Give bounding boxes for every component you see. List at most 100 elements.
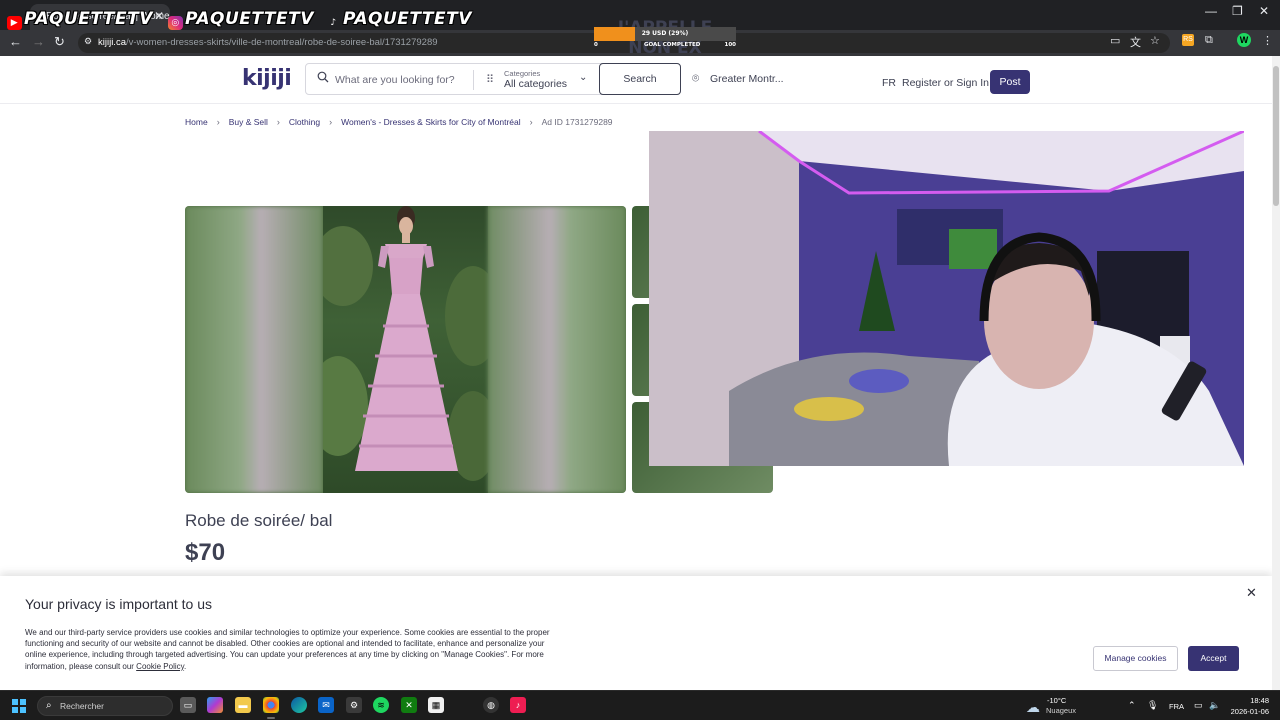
goal-max: 100 [724, 42, 736, 48]
profile-avatar[interactable]: W [1237, 33, 1251, 47]
dress-photo [323, 206, 488, 493]
privacy-body: We and our third-party service providers… [25, 627, 555, 672]
site-header: kijiji What are you looking for? ⠿ Categ… [0, 56, 1272, 104]
xbox-icon[interactable]: ✕ [401, 697, 417, 713]
url-domain: kijiji.ca [98, 37, 126, 48]
breadcrumb-home[interactable]: Home [185, 117, 208, 127]
weather-condition: Nuageux [1046, 706, 1077, 715]
mail-icon[interactable]: ✉ [318, 697, 334, 713]
tiktok-icon: ♪ [330, 18, 337, 28]
donation-goal-widget: J'APPELLE NON EX 29 USD (29%) 0 GOAL COM… [594, 16, 736, 58]
search-icon: ⌕ [46, 700, 52, 711]
search-button[interactable]: Search [599, 63, 681, 95]
youtube-handle: PAQUETTETV [24, 9, 153, 29]
categories-icon: ⠿ [486, 74, 495, 86]
categories-select[interactable]: All categories [504, 78, 567, 90]
search-divider [473, 70, 474, 90]
language-toggle[interactable]: FR [882, 77, 896, 89]
chevron-up-icon[interactable]: ⌃ [1128, 700, 1136, 711]
url-path: /v-women-dresses-skirts/ville-de-montrea… [125, 37, 438, 48]
store-icon[interactable]: ▦ [428, 697, 444, 713]
taskbar-search[interactable]: ⌕ Rechercher [37, 696, 173, 716]
breadcrumb-clothing[interactable]: Clothing [289, 117, 320, 127]
site-info-icon[interactable]: ⚙ [84, 36, 92, 47]
spotify-icon[interactable]: ≋ [373, 697, 389, 713]
chrome-icon[interactable] [263, 697, 279, 719]
listing-title: Robe de soirée/ bal [185, 511, 333, 530]
translate-icon[interactable]: 文 [1130, 34, 1141, 50]
input-language[interactable]: FRA [1169, 702, 1184, 711]
search-bar: What are you looking for? ⠿ Categories A… [305, 63, 681, 95]
register-sign-in-link[interactable]: Register or Sign In [902, 77, 989, 89]
windows-taskbar: ⌕ Rechercher ▭ ▬ ✉ ⚙ ≋ ✕ ▦ ◍ ♪ ☁ -10°C N… [0, 690, 1280, 720]
location-selector[interactable]: Greater Montr... [710, 73, 784, 85]
chevron-right-icon: › [276, 117, 280, 127]
extensions-icon[interactable]: ⧉ [1205, 34, 1213, 47]
tiktok-app-icon[interactable]: ♪ [510, 697, 526, 713]
volume-icon[interactable]: 🔈 [1209, 700, 1220, 711]
webcam-overlay [649, 131, 1244, 466]
chevron-right-icon: › [529, 117, 533, 127]
instagram-handle-overlay: ◎ PAQUETTETV [168, 9, 314, 30]
webcam-feed [649, 131, 1244, 466]
close-window-icon[interactable]: ✕ [1259, 4, 1269, 18]
goal-min: 0 [594, 42, 598, 48]
breadcrumb-category[interactable]: Women's - Dresses & Skirts for City of M… [341, 117, 521, 127]
taskbar-search-text: Rechercher [60, 701, 104, 711]
clock-time: 18:48 [1250, 696, 1269, 705]
settings-icon[interactable]: ⚙ [346, 697, 362, 713]
menu-icon[interactable]: ⋮ [1262, 34, 1273, 47]
close-icon[interactable]: ✕ [1246, 585, 1257, 601]
categories-label: Categories [504, 69, 541, 78]
breadcrumb-buy-sell[interactable]: Buy & Sell [229, 117, 268, 127]
copilot-icon[interactable] [207, 697, 223, 713]
obs-icon[interactable]: ◍ [483, 697, 499, 713]
tiktok-handle-overlay: ♪ PAQUETTETV [326, 9, 472, 30]
tiktok-handle: PAQUETTETV [343, 9, 472, 29]
close-tab-icon[interactable]: ✕ [154, 9, 164, 23]
scrollbar-thumb[interactable] [1273, 66, 1279, 206]
breadcrumb-ad-id: Ad ID 1731279289 [541, 117, 613, 127]
privacy-heading: Your privacy is important to us [25, 596, 213, 612]
chevron-down-icon[interactable]: ⌄ [579, 72, 587, 83]
youtube-handle-overlay: ▶ PAQUETTETV [7, 9, 153, 30]
image-blur-right [488, 206, 626, 493]
location-pin-icon: ⌾ [692, 71, 700, 85]
minimize-icon[interactable]: — [1205, 4, 1217, 18]
windows-start-icon[interactable] [12, 699, 26, 713]
edge-icon[interactable] [291, 697, 307, 713]
reload-icon[interactable]: ↻ [54, 34, 65, 50]
microphone-icon[interactable]: 🎙 [1147, 700, 1158, 711]
back-icon[interactable]: ← [9, 34, 22, 49]
youtube-icon: ▶ [7, 16, 22, 30]
forward-icon[interactable]: → [32, 34, 45, 49]
cloud-icon: ☁ [1026, 699, 1040, 715]
search-icon [317, 71, 329, 83]
cookie-policy-link[interactable]: Cookie Policy [136, 662, 184, 671]
page-scrollbar[interactable] [1272, 56, 1280, 690]
dress-illustration [323, 206, 488, 481]
privacy-text: We and our third-party service providers… [25, 628, 550, 671]
privacy-text-end: . [184, 661, 187, 671]
rss-extension-icon[interactable]: RS [1182, 34, 1194, 46]
clock-date: 2026-01-06 [1230, 707, 1269, 716]
instagram-icon: ◎ [168, 16, 183, 30]
listing-main-image[interactable] [185, 206, 626, 493]
instagram-handle: PAQUETTETV [185, 9, 314, 29]
bookmark-star-icon[interactable]: ☆ [1150, 34, 1160, 47]
system-clock[interactable]: 18:48 2026-01-06 [1225, 695, 1269, 717]
search-input[interactable]: What are you looking for? [335, 74, 455, 86]
cast-icon[interactable]: ▭ [1110, 34, 1120, 47]
kijiji-logo[interactable]: kijiji [242, 66, 292, 91]
weather-temp: -10°C [1047, 696, 1067, 705]
file-explorer-icon[interactable]: ▬ [235, 697, 251, 713]
maximize-icon[interactable]: ❐ [1232, 4, 1243, 18]
listing-price: $70 [185, 539, 226, 566]
breadcrumb: Home › Buy & Sell › Clothing › Women's - Dress… [185, 117, 613, 127]
accept-button[interactable]: Accept [1188, 646, 1239, 671]
goal-amount: 29 USD (29%) [641, 30, 689, 37]
network-icon[interactable]: ▭ [1194, 700, 1203, 711]
task-view-icon[interactable]: ▭ [180, 697, 196, 713]
manage-cookies-button[interactable]: Manage cookies [1093, 646, 1178, 671]
post-ad-button[interactable]: Post [990, 70, 1030, 94]
